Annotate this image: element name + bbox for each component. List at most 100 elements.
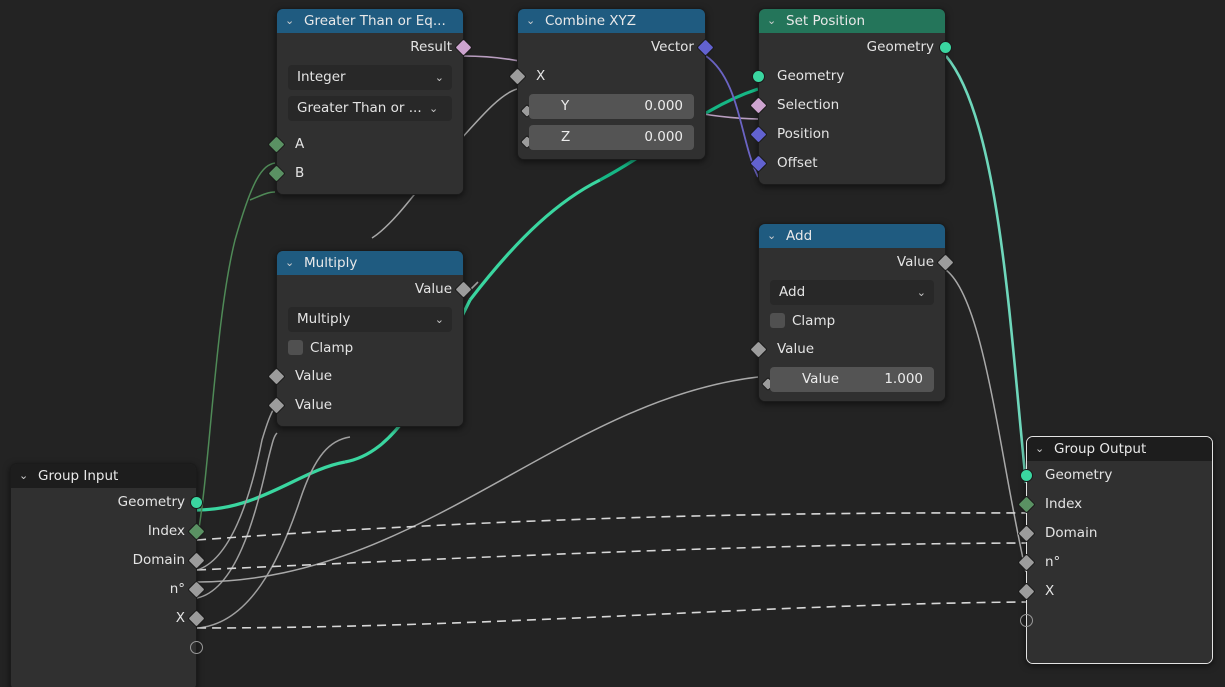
socket-row-go-domain: Domain — [1017, 519, 1212, 548]
socket-add-value-output[interactable] — [936, 253, 955, 272]
add-clamp-checkbox[interactable] — [770, 313, 785, 328]
node-group-input-header[interactable]: ⌄ Group Input — [11, 464, 196, 488]
chevron-down-icon[interactable]: ⌄ — [285, 251, 299, 275]
socket-gi-index-output[interactable] — [187, 522, 206, 541]
socket-row-go-x: X — [1017, 577, 1212, 606]
combine-y-row: Y 0.000 — [518, 91, 705, 122]
chevron-down-icon[interactable]: ⌄ — [526, 9, 540, 33]
node-group-input-body: Geometry Index Domain n° X — [11, 488, 206, 687]
socket-go-geometry-input[interactable] — [1020, 469, 1033, 482]
socket-a-input[interactable] — [267, 135, 286, 154]
link-x-to-output-x — [196, 601, 1027, 629]
socket-label-multiply-value-out: Value — [414, 281, 452, 297]
socket-go-n-input[interactable] — [1017, 553, 1036, 572]
socket-gi-x-output[interactable] — [187, 609, 206, 628]
node-add[interactable]: ⌄ Add Value Add ⌄ Clamp Value Value 1.00… — [749, 223, 955, 402]
socket-row-gi-geometry: Geometry — [11, 488, 203, 517]
link-domain-to-multiply-value1 — [196, 403, 278, 571]
node-add-header[interactable]: ⌄ Add — [759, 224, 945, 248]
chevron-down-icon[interactable]: ⌄ — [1035, 437, 1049, 461]
compare-operation-dropdown[interactable]: Greater Than or ... ⌄ — [288, 96, 452, 121]
socket-row-setpos-position: Position — [749, 120, 945, 149]
add-clamp-row[interactable]: Clamp — [759, 308, 945, 335]
node-combine-xyz-header[interactable]: ⌄ Combine XYZ — [518, 9, 705, 33]
socket-label-go-index: Index — [1045, 496, 1083, 512]
socket-label-go-n: n° — [1045, 554, 1061, 570]
socket-gi-domain-output[interactable] — [187, 551, 206, 570]
multiply-operation-dropdown[interactable]: Multiply ⌄ — [288, 307, 452, 332]
compare-operation-value: Greater Than or ... — [297, 100, 422, 116]
socket-add-value1-input[interactable] — [749, 340, 768, 359]
socket-row-setpos-geometry-in: Geometry — [752, 62, 945, 91]
chevron-down-icon[interactable]: ⌄ — [19, 464, 33, 488]
add-operation-value: Add — [779, 284, 806, 300]
link-geometry-mid2 — [468, 178, 601, 301]
socket-geometry-input[interactable] — [752, 70, 765, 83]
node-set-position[interactable]: ⌄ Set Position Geometry Geometry Selectio… — [749, 8, 952, 185]
socket-selection-input[interactable] — [749, 96, 768, 115]
socket-b-input[interactable] — [267, 164, 286, 183]
socket-multiply-value-output[interactable] — [454, 280, 473, 299]
socket-go-virtual-input[interactable] — [1020, 614, 1033, 627]
socket-label-add-value1: Value — [777, 341, 815, 357]
chevron-down-icon: ⌄ — [434, 71, 444, 84]
add-value2-field[interactable]: Value 1.000 — [770, 367, 934, 392]
chevron-down-icon[interactable]: ⌄ — [767, 224, 781, 248]
socket-label-multiply-value2: Value — [295, 397, 333, 413]
socket-label-result: Result — [410, 39, 452, 55]
node-compare[interactable]: ⌄ Greater Than or Eq... Result Integer ⌄ … — [267, 8, 473, 195]
socket-row-setpos-selection: Selection — [749, 91, 945, 120]
socket-row-compare-b: B — [267, 159, 463, 188]
multiply-clamp-checkbox[interactable] — [288, 340, 303, 355]
node-add-body: Value Add ⌄ Clamp Value Value 1.000 — [749, 248, 955, 401]
socket-label-selection: Selection — [777, 97, 840, 113]
node-compare-header[interactable]: ⌄ Greater Than or Eq... — [277, 9, 463, 33]
node-combine-xyz[interactable]: ⌄ Combine XYZ Vector X Y 0.000 Z 0.000 — [508, 8, 715, 160]
node-group-output[interactable]: ⌄ Group Output Geometry Index Domain n° X — [1017, 436, 1213, 664]
socket-multiply-value1-input[interactable] — [267, 367, 286, 386]
socket-go-domain-input[interactable] — [1017, 524, 1036, 543]
socket-row-add-value1: Value — [749, 335, 945, 364]
add-operation-dropdown[interactable]: Add ⌄ — [770, 280, 934, 305]
node-group-input[interactable]: ⌄ Group Input Geometry Index Domain n° X — [10, 463, 206, 687]
combine-z-field[interactable]: Z 0.000 — [529, 125, 694, 150]
socket-x-input[interactable] — [508, 67, 527, 86]
socket-gi-virtual-output[interactable] — [190, 641, 203, 654]
socket-label-gi-x: X — [175, 610, 185, 626]
link-n-to-multiply-value2 — [196, 432, 278, 599]
node-multiply-widgets: Multiply ⌄ — [277, 304, 463, 335]
socket-row-compare-a: A — [267, 130, 463, 159]
socket-row-go-n: n° — [1017, 548, 1212, 577]
socket-vector-output[interactable] — [696, 38, 715, 57]
socket-go-x-input[interactable] — [1017, 582, 1036, 601]
node-editor-canvas[interactable]: ⌄ Greater Than or Eq... Result Integer ⌄ … — [0, 0, 1225, 687]
socket-label-gi-n: n° — [169, 581, 185, 597]
socket-go-index-input[interactable] — [1017, 495, 1036, 514]
compare-datatype-dropdown[interactable]: Integer ⌄ — [288, 65, 452, 90]
chevron-down-icon[interactable]: ⌄ — [285, 9, 299, 33]
socket-position-input[interactable] — [749, 125, 768, 144]
socket-offset-input[interactable] — [749, 154, 768, 173]
socket-gi-n-output[interactable] — [187, 580, 206, 599]
chevron-down-icon[interactable]: ⌄ — [767, 9, 781, 33]
node-multiply-header[interactable]: ⌄ Multiply — [277, 251, 463, 275]
node-group-output-header[interactable]: ⌄ Group Output — [1027, 437, 1212, 461]
combine-y-field[interactable]: Y 0.000 — [529, 94, 694, 119]
combine-z-row: Z 0.000 — [518, 122, 705, 153]
link-setposition-to-groupoutput — [945, 55, 1028, 484]
node-multiply[interactable]: ⌄ Multiply Value Multiply ⌄ Clamp Value — [267, 250, 473, 427]
socket-row-setpos-offset: Offset — [749, 149, 945, 178]
chevron-down-icon: ⌄ — [428, 102, 439, 115]
node-set-position-header[interactable]: ⌄ Set Position — [759, 9, 945, 33]
socket-result-output[interactable] — [454, 38, 473, 57]
node-multiply-body: Value Multiply ⌄ Clamp Value Value — [267, 275, 473, 426]
socket-gi-geometry-output[interactable] — [190, 496, 203, 509]
combine-z-label: Z — [561, 129, 571, 145]
socket-row-combine-vector: Vector — [518, 33, 715, 62]
multiply-clamp-row[interactable]: Clamp — [277, 335, 463, 362]
socket-geometry-output[interactable] — [939, 41, 952, 54]
link-vector-to-offset — [705, 55, 759, 178]
socket-multiply-value2-input[interactable] — [267, 396, 286, 415]
socket-label-a: A — [295, 136, 305, 152]
add-value2-value: 1.000 — [884, 371, 923, 387]
